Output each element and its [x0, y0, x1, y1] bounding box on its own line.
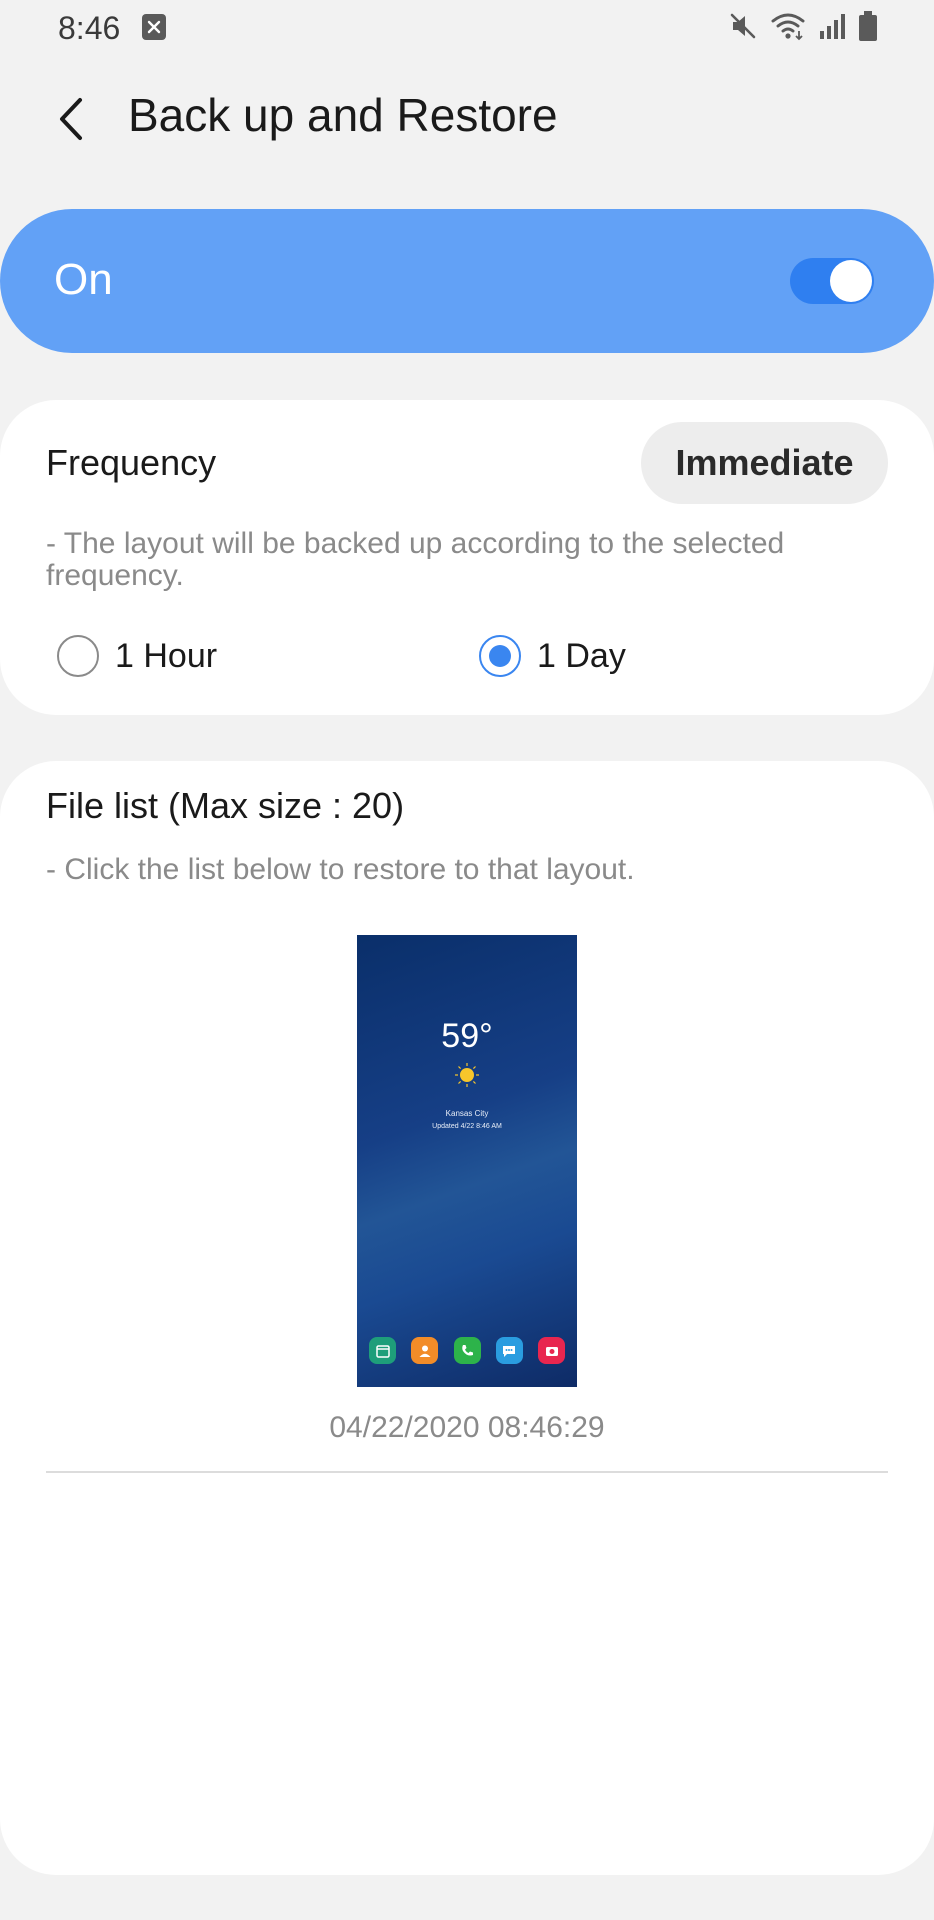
radio-label-1-hour: 1 Hour	[115, 636, 218, 675]
contacts-icon	[411, 1337, 439, 1364]
radio-selected-dot	[489, 645, 511, 667]
frequency-description: - The layout will be backed up according…	[46, 527, 785, 592]
page-title: Back up and Restore	[128, 89, 558, 141]
radio-button-1-hour[interactable]	[57, 635, 99, 677]
calendar-icon	[369, 1337, 396, 1364]
preview-temperature: 59°	[441, 1017, 493, 1055]
wifi-icon	[770, 11, 806, 46]
file-list-description: - Click the list below to restore to tha…	[46, 853, 635, 886]
phone-icon	[453, 1337, 481, 1364]
master-switch-bar[interactable]: On	[0, 209, 934, 353]
status-icons	[728, 10, 878, 46]
sun-icon	[455, 1063, 479, 1092]
master-switch-toggle[interactable]	[790, 258, 874, 304]
messages-icon	[495, 1337, 523, 1364]
preview-dock	[369, 1337, 565, 1364]
file-list-card: File list (Max size : 20) - Click the li…	[0, 761, 934, 1875]
notification-icon	[142, 14, 166, 40]
mute-icon	[728, 11, 758, 46]
preview-city: Kansas City	[445, 1109, 489, 1118]
backup-timestamp: 04/22/2020 08:46:29	[329, 1411, 605, 1444]
frequency-card: Frequency Immediate - The layout will be…	[0, 400, 934, 715]
file-list-title: File list (Max size : 20)	[46, 785, 405, 826]
toggle-knob	[830, 260, 872, 302]
immediate-backup-button[interactable]: Immediate	[641, 422, 888, 504]
status-time: 8:46	[58, 10, 121, 46]
radio-button-1-day[interactable]	[479, 635, 521, 677]
preview-updated: Updated 4/22 8:46 AM	[432, 1123, 502, 1130]
master-switch-label: On	[54, 255, 113, 304]
camera-icon	[538, 1337, 565, 1364]
frequency-title: Frequency	[46, 442, 217, 483]
radio-label-1-day: 1 Day	[537, 636, 626, 675]
back-button[interactable]	[50, 94, 94, 144]
backup-file-item[interactable]: 59° Kansas City Updated 4/22 8:46 AM 04/…	[46, 935, 888, 1473]
chevron-left-icon	[50, 98, 94, 148]
signal-icon	[818, 11, 846, 46]
radio-option-1-day[interactable]: 1 Day	[479, 632, 626, 680]
layout-preview-thumbnail[interactable]: 59° Kansas City Updated 4/22 8:46 AM	[357, 935, 577, 1387]
radio-option-1-hour[interactable]: 1 Hour	[57, 632, 217, 680]
battery-icon	[858, 10, 878, 47]
status-bar: 8:46	[0, 0, 934, 56]
